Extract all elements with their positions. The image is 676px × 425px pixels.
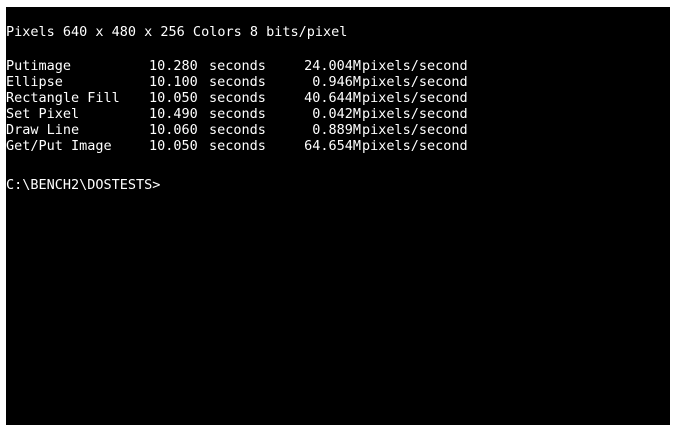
- test-name: Get/Put Image: [6, 138, 112, 154]
- rate-unit: pixels/second: [362, 138, 468, 154]
- rate-unit: pixels/second: [362, 58, 468, 74]
- test-name: Set Pixel: [6, 106, 80, 122]
- test-rate: 0.889M: [312, 122, 361, 138]
- test-rate: 64.654M: [304, 138, 361, 154]
- result-row: Ellipse 10.100 seconds 0.946M pixels/sec…: [6, 74, 468, 90]
- rate-unit: pixels/second: [362, 90, 468, 106]
- test-time: 10.100: [149, 74, 198, 90]
- test-rate: 0.042M: [312, 106, 361, 122]
- result-row: Set Pixel 10.490 seconds 0.042M pixels/s…: [6, 106, 468, 122]
- time-unit: seconds: [209, 138, 266, 154]
- test-name: Draw Line: [6, 122, 80, 138]
- time-unit: seconds: [209, 90, 266, 106]
- test-name: Rectangle Fill: [6, 90, 120, 106]
- time-unit: seconds: [209, 74, 266, 90]
- command-prompt[interactable]: C:\BENCH2\DOSTESTS>: [6, 177, 160, 193]
- dos-console-screen[interactable]: Pixels 640 x 480 x 256 Colors 8 bits/pix…: [6, 7, 670, 425]
- result-row: Draw Line 10.060 seconds 0.889M pixels/s…: [6, 122, 468, 138]
- test-name: Ellipse: [6, 74, 63, 90]
- test-time: 10.060: [149, 122, 198, 138]
- test-name: Putimage: [6, 58, 72, 74]
- test-rate: 40.644M: [304, 90, 361, 106]
- result-row: Get/Put Image 10.050 seconds 64.654M pix…: [6, 138, 468, 154]
- time-unit: seconds: [209, 58, 266, 74]
- time-unit: seconds: [209, 106, 266, 122]
- test-rate: 0.946M: [312, 74, 361, 90]
- rate-unit: pixels/second: [362, 122, 468, 138]
- test-time: 10.050: [149, 90, 198, 106]
- result-row: Putimage 10.280 seconds 24.004M pixels/s…: [6, 58, 468, 74]
- test-time: 10.280: [149, 58, 198, 74]
- test-time: 10.050: [149, 138, 198, 154]
- rate-unit: pixels/second: [362, 106, 468, 122]
- test-rate: 24.004M: [304, 58, 361, 74]
- resolution-header: Pixels 640 x 480 x 256 Colors 8 bits/pix…: [6, 24, 348, 40]
- time-unit: seconds: [209, 122, 266, 138]
- rate-unit: pixels/second: [362, 74, 468, 90]
- result-row: Rectangle Fill 10.050 seconds 40.644M pi…: [6, 90, 468, 106]
- test-time: 10.490: [149, 106, 198, 122]
